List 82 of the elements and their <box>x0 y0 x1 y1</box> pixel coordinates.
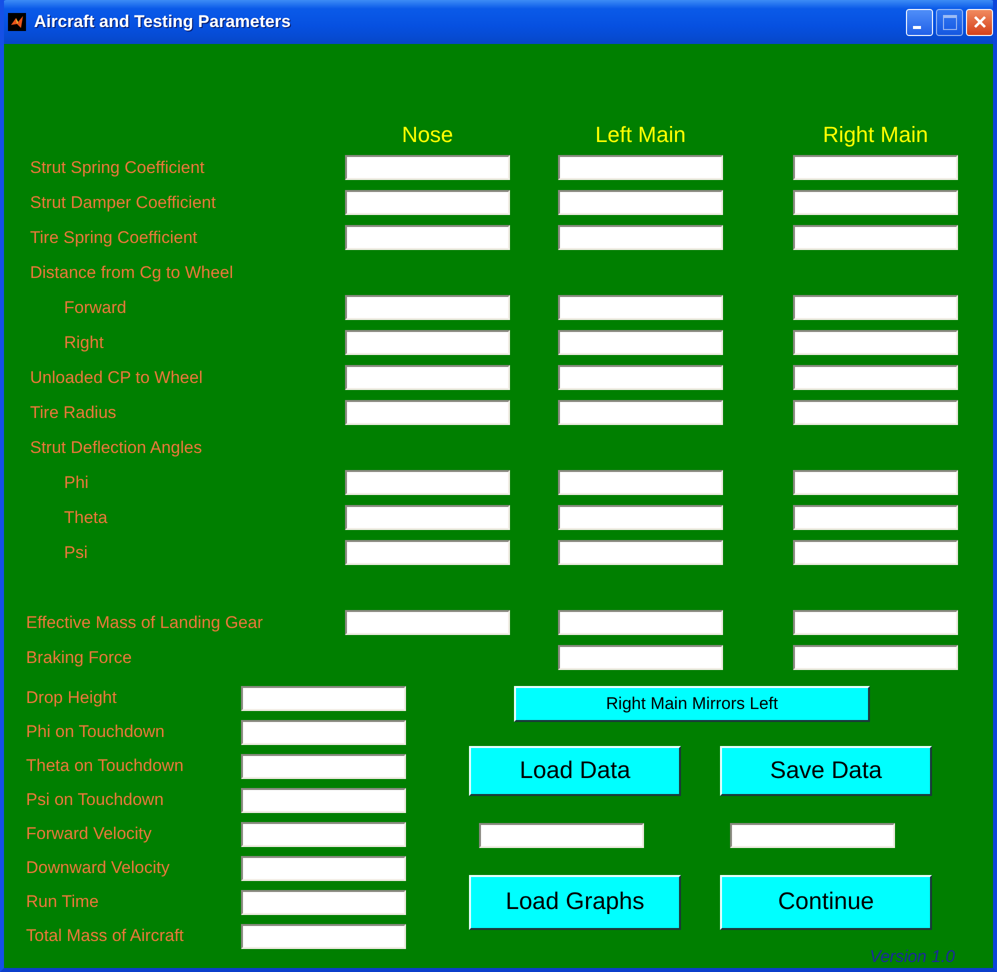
parameter-label: Strut Spring Coefficient <box>29 158 204 178</box>
condition-label: Drop Height <box>25 688 117 708</box>
input-field[interactable] <box>558 540 723 565</box>
column-heading: Right Main <box>822 122 930 148</box>
condition-label: Phi on Touchdown <box>25 722 165 742</box>
parameter-label: Unloaded CP to Wheel <box>29 368 203 388</box>
parameter-label: Distance from Cg to Wheel <box>29 262 234 282</box>
input-field[interactable] <box>345 295 510 320</box>
condition-label: Run Time <box>25 892 99 912</box>
input-field[interactable] <box>793 645 958 670</box>
input-field[interactable] <box>345 190 510 215</box>
input-field[interactable] <box>558 225 723 250</box>
input-field[interactable] <box>730 822 895 848</box>
input-field[interactable] <box>345 540 510 565</box>
app-icon <box>8 13 26 31</box>
condition-label: Theta on Touchdown <box>25 756 184 776</box>
input-field[interactable] <box>345 225 510 250</box>
window-title: Aircraft and Testing Parameters <box>34 12 291 32</box>
condition-label: Psi on Touchdown <box>25 790 164 810</box>
mirror-button[interactable]: Right Main Mirrors Left <box>514 686 870 722</box>
maximize-button[interactable] <box>936 8 963 36</box>
parameter-label: Psi <box>63 542 88 562</box>
input-field[interactable] <box>345 505 510 530</box>
input-field[interactable] <box>793 365 958 390</box>
parameter-label: Strut Damper Coefficient <box>29 192 216 212</box>
column-heading: Nose <box>400 122 454 148</box>
input-field[interactable] <box>241 754 406 778</box>
parameter-label: Phi <box>63 472 89 492</box>
input-field[interactable] <box>241 924 406 948</box>
input-field[interactable] <box>241 788 406 812</box>
input-field[interactable] <box>793 505 958 530</box>
condition-label: Downward Velocity <box>25 858 170 878</box>
close-icon <box>972 14 988 30</box>
input-field[interactable] <box>241 890 406 914</box>
input-field[interactable] <box>558 610 723 635</box>
input-field[interactable] <box>345 400 510 425</box>
input-field[interactable] <box>558 155 723 180</box>
input-field[interactable] <box>558 400 723 425</box>
input-field[interactable] <box>793 295 958 320</box>
input-field[interactable] <box>793 610 958 635</box>
input-field[interactable] <box>793 400 958 425</box>
minimize-button[interactable] <box>906 8 933 36</box>
condition-label: Total Mass of Aircraft <box>25 926 184 946</box>
input-field[interactable] <box>241 686 406 710</box>
action-button[interactable]: Continue <box>720 874 932 930</box>
input-field[interactable] <box>793 470 958 495</box>
action-button[interactable]: Save Data <box>720 746 932 796</box>
input-field[interactable] <box>558 505 723 530</box>
condition-label: Forward Velocity <box>25 824 152 844</box>
version-label: Version 1.0 <box>870 947 955 967</box>
input-field[interactable] <box>793 330 958 355</box>
parameter-label: Tire Radius <box>29 402 116 422</box>
parameter-label: Effective Mass of Landing Gear <box>25 612 263 632</box>
input-field[interactable] <box>345 330 510 355</box>
parameter-label: Tire Spring Coefficient <box>29 228 198 248</box>
input-field[interactable] <box>558 295 723 320</box>
parameter-label: Strut Deflection Angles <box>29 438 202 458</box>
parameter-label: Theta <box>63 508 108 528</box>
input-field[interactable] <box>345 155 510 180</box>
input-field[interactable] <box>793 190 958 215</box>
parameter-label: Right <box>63 332 104 352</box>
input-field[interactable] <box>241 720 406 744</box>
parameter-label: Forward <box>63 298 126 318</box>
action-button[interactable]: Load Data <box>469 746 681 796</box>
column-heading: Left Main <box>594 122 687 148</box>
input-field[interactable] <box>793 540 958 565</box>
parameter-label: Braking Force <box>25 648 132 668</box>
input-field[interactable] <box>558 645 723 670</box>
action-button[interactable]: Load Graphs <box>469 874 681 930</box>
input-field[interactable] <box>558 365 723 390</box>
input-field[interactable] <box>345 365 510 390</box>
close-button[interactable] <box>966 8 993 36</box>
input-field[interactable] <box>479 822 644 848</box>
input-field[interactable] <box>558 190 723 215</box>
input-field[interactable] <box>345 470 510 495</box>
input-field[interactable] <box>558 470 723 495</box>
input-field[interactable] <box>793 155 958 180</box>
input-field[interactable] <box>558 330 723 355</box>
input-field[interactable] <box>793 225 958 250</box>
input-field[interactable] <box>241 856 406 880</box>
input-field[interactable] <box>345 610 510 635</box>
input-field[interactable] <box>241 822 406 846</box>
